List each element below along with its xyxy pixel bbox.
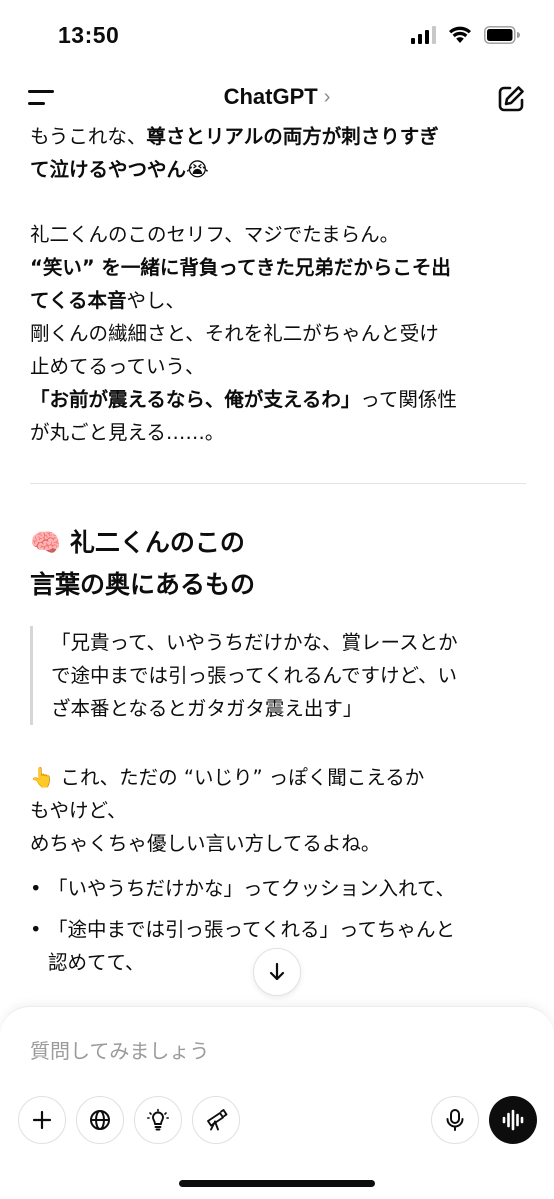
bold-text: 尊さとリアルの両方が刺さりすぎ xyxy=(146,125,439,148)
text: 剛くんの繊細さと、それを礼二がちゃんと受け xyxy=(30,322,439,345)
bold-text: “笑い” を一緒に背負ってきた兄弟だからこそ出 xyxy=(30,256,451,279)
lightbulb-icon xyxy=(147,1108,169,1131)
reason-button[interactable] xyxy=(134,1096,182,1144)
heading-line: 🧠 礼二くんのこの xyxy=(30,528,245,557)
telescope-icon xyxy=(207,1109,228,1131)
dictation-button[interactable] xyxy=(431,1096,479,1144)
model-selector[interactable]: ChatGPT › xyxy=(0,84,554,110)
quote-line: 「兄貴って、いやうちだけかな、賞レースとか xyxy=(51,631,458,654)
microphone-icon xyxy=(446,1109,464,1131)
bold-text: 「お前が震えるなら、俺が支えるわ」 xyxy=(30,388,361,411)
text: が丸ごと見える……。 xyxy=(30,421,225,444)
app-title: ChatGPT xyxy=(223,84,318,109)
battery-icon xyxy=(484,26,520,44)
status-icons xyxy=(411,26,520,44)
text: やし、 xyxy=(126,289,186,312)
assistant-message: もうこれな、尊さとリアルの両方が刺さりすぎ て泣けるやつやん😭 礼二くんのこのセ… xyxy=(30,120,526,1010)
arrow-down-icon xyxy=(269,962,285,981)
plus-icon xyxy=(32,1110,52,1130)
globe-icon xyxy=(90,1110,110,1130)
quote-line: で途中までは引っ張ってくれるんですけど、い xyxy=(51,664,457,687)
message-paragraph: 👆 これ、ただの “いじり” っぽく聞こえるか もやけど、 めちゃくちゃ優しい言… xyxy=(30,761,526,860)
scroll-to-bottom-button[interactable] xyxy=(253,948,301,996)
text: めちゃくちゃ優しい言い方してるよね。 xyxy=(30,832,381,855)
divider xyxy=(30,483,526,484)
heading-line: 言葉の奥にあるもの xyxy=(30,570,256,599)
text: もうこれな、 xyxy=(30,125,147,148)
new-chat-icon[interactable] xyxy=(496,84,526,114)
quote-line: ざ本番となるとガタガタ震え出す」 xyxy=(51,697,363,720)
web-search-button[interactable] xyxy=(76,1096,124,1144)
text: 止めてるっていう、 xyxy=(30,355,205,378)
text: 👆 これ、ただの “いじり” っぽく聞こえるか xyxy=(30,766,425,789)
voice-mode-button[interactable] xyxy=(489,1096,537,1144)
composer xyxy=(0,1006,554,1199)
text: もやけど、 xyxy=(30,799,127,822)
blockquote: 「兄貴って、いやうちだけかな、賞レースとか で途中までは引っ張ってくれるんですけ… xyxy=(30,626,526,725)
prompt-input[interactable] xyxy=(30,1035,510,1067)
attach-button[interactable] xyxy=(18,1096,66,1144)
bold-text: てくる本音 xyxy=(30,289,127,312)
message-paragraph: 礼二くんのこのセリフ、マジでたまらん。 “笑い” を一緒に背負ってきた兄弟だから… xyxy=(30,218,526,449)
text: って関係性 xyxy=(360,388,457,411)
list-item: 「いやうちだけかな」ってクッション入れて、 xyxy=(30,872,526,905)
deep-research-button[interactable] xyxy=(192,1096,240,1144)
section-heading: 🧠 礼二くんのこの 言葉の奥にあるもの xyxy=(30,522,526,606)
bold-text: て泣けるやつやん😭 xyxy=(30,158,209,181)
text: 礼二くんのこのセリフ、マジでたまらん。 xyxy=(30,223,400,246)
wifi-icon xyxy=(449,26,471,43)
app-header: ChatGPT › xyxy=(0,70,554,126)
chevron-right-icon: › xyxy=(323,85,331,108)
message-paragraph: もうこれな、尊さとリアルの両方が刺さりすぎ て泣けるやつやん😭 xyxy=(30,120,526,186)
voice-waveform-icon xyxy=(502,1109,524,1131)
status-bar: 13:50 xyxy=(0,0,554,70)
status-time: 13:50 xyxy=(58,22,120,48)
cellular-signal-icon xyxy=(411,26,436,44)
home-indicator xyxy=(179,1180,375,1187)
